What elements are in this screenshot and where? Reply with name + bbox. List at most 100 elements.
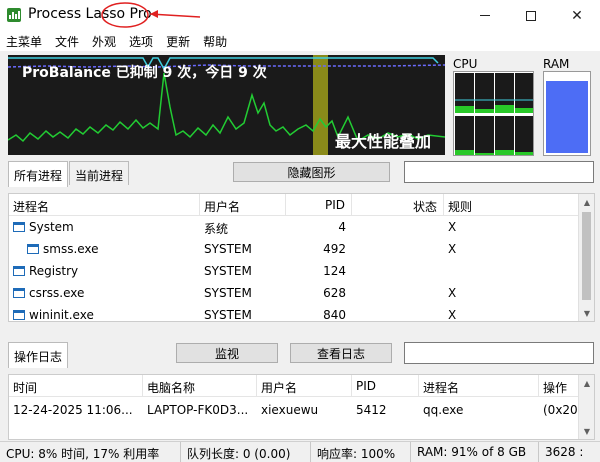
cpu-meter-label: CPU	[453, 57, 478, 71]
rules-cell	[444, 260, 579, 282]
view-log-button[interactable]: 查看日志	[290, 343, 392, 363]
app-logo-icon	[7, 8, 21, 22]
tab-action-log[interactable]: 操作日志	[8, 342, 68, 368]
probalance-restraint-marker	[313, 55, 328, 155]
rules-cell: X	[448, 220, 457, 234]
cpu-core-cell	[495, 116, 514, 156]
rules-cell: X	[448, 242, 457, 256]
col-log-pid[interactable]: PID	[352, 375, 419, 397]
col-log-process[interactable]: 进程名	[419, 375, 539, 397]
menu-help[interactable]: 帮助	[203, 33, 227, 50]
process-name-label: smss.exe	[43, 242, 99, 256]
cpu-core-cell	[475, 116, 494, 156]
menu-appearance[interactable]: 外观	[92, 33, 116, 50]
menu-options[interactable]: 选项	[129, 33, 153, 50]
ram-usage-frame	[543, 71, 591, 156]
rules-cell: X	[448, 286, 457, 300]
col-action[interactable]: 操作	[539, 375, 579, 397]
process-name-label: wininit.exe	[29, 308, 94, 322]
col-rules[interactable]: 规则	[444, 194, 579, 216]
col-computer-name[interactable]: 电脑名称	[143, 375, 257, 397]
table-row[interactable]: System 系统 4 X	[9, 216, 579, 238]
title-bar: Process Lasso Pro ✕	[0, 0, 600, 31]
log-search-input[interactable]	[404, 342, 594, 364]
log-scroll-down-icon[interactable]: ▼	[579, 423, 594, 439]
user-name-cell: SYSTEM	[204, 308, 252, 322]
col-user-name[interactable]: 用户名	[200, 194, 286, 216]
table-row[interactable]: wininit.exe SYSTEM 840 X	[9, 304, 579, 322]
process-tab-bar: 所有进程 当前进程 隐藏图形	[8, 161, 594, 187]
cpu-core-bars	[455, 73, 534, 156]
tab-all-processes[interactable]: 所有进程	[8, 161, 68, 187]
pid-cell: 124	[323, 264, 346, 278]
maximize-button[interactable]	[508, 0, 554, 31]
cpu-core-cell	[515, 73, 534, 113]
process-name-cell: wininit.exe	[9, 304, 200, 322]
cpu-core-cell	[515, 116, 534, 156]
menu-main[interactable]: 主菜单	[6, 33, 42, 50]
log-scroll-up-icon[interactable]: ▲	[579, 375, 594, 391]
menu-bar: 主菜单 文件 外观 选项 更新 帮助	[0, 31, 600, 51]
scroll-down-icon[interactable]: ▼	[579, 305, 594, 321]
log-user: xiexuewu	[261, 403, 319, 417]
hide-graph-button[interactable]: 隐藏图形	[233, 162, 390, 182]
cpu-core-bar	[515, 108, 534, 113]
close-icon: ✕	[571, 7, 583, 24]
process-window-icon	[27, 244, 39, 254]
ram-meter-label: RAM	[543, 57, 570, 71]
col-status[interactable]: 状态	[352, 194, 444, 216]
minimize-button[interactable]	[462, 0, 508, 31]
status-cell	[352, 260, 444, 282]
log-tab-bar: 操作日志 监视 查看日志	[8, 342, 594, 368]
pid-cell: 4	[338, 220, 346, 234]
cpu-core-cell	[475, 73, 494, 113]
table-row[interactable]: csrss.exe SYSTEM 628 X	[9, 282, 579, 304]
col-time[interactable]: 时间	[9, 375, 143, 397]
menu-file[interactable]: 文件	[55, 33, 79, 50]
status-cell	[352, 238, 444, 260]
minimize-icon	[480, 15, 490, 16]
cpu-core-bar	[515, 152, 534, 156]
log-table-scrollbar[interactable]: ▲ ▼	[578, 375, 594, 439]
log-process: qq.exe	[423, 403, 464, 417]
performance-graph: ProBalance 已抑制 9 次，今日 9 次 最大性能叠加	[8, 55, 445, 155]
col-log-user[interactable]: 用户名	[257, 375, 352, 397]
ram-usage-fill	[546, 81, 588, 153]
cpu-core-bar	[475, 153, 494, 156]
status-queue-length: 队列长度: 0 (0.00)	[181, 442, 311, 462]
process-window-icon	[13, 222, 25, 232]
cpu-core-bar	[455, 106, 474, 113]
scroll-up-icon[interactable]: ▲	[579, 194, 594, 210]
cpu-core-cell	[455, 116, 474, 156]
col-pid[interactable]: PID	[286, 194, 352, 216]
pid-cell: 492	[323, 242, 346, 256]
pid-cell: 628	[323, 286, 346, 300]
menu-update[interactable]: 更新	[166, 33, 190, 50]
status-extra: 3628 :	[545, 445, 584, 459]
scrollbar-thumb[interactable]	[582, 212, 591, 300]
log-pid: 5412	[356, 403, 387, 417]
cpu-core-grid	[453, 71, 534, 156]
performance-boost-label: 最大性能叠加	[335, 132, 432, 151]
process-table: 进程名 用户名 PID 状态 规则 System 系统 4 Xsmss.exe SYST…	[8, 193, 595, 322]
process-search-input[interactable]	[404, 161, 594, 183]
process-name-label: System	[29, 220, 74, 234]
close-button[interactable]: ✕	[554, 0, 600, 31]
probalance-status-text: ProBalance 已抑制 9 次，今日 9 次	[22, 65, 267, 81]
user-name-cell: SYSTEM	[204, 242, 252, 256]
col-process-name[interactable]: 进程名	[9, 194, 200, 216]
table-row[interactable]: smss.exe SYSTEM 492 X	[9, 238, 579, 260]
maximize-icon	[526, 10, 536, 21]
log-row[interactable]: 12-24-2025 11:06... LAPTOP-FK0D3... xiex…	[9, 399, 579, 425]
status-cell	[352, 282, 444, 304]
monitor-button[interactable]: 监视	[176, 343, 278, 363]
process-table-scrollbar[interactable]: ▲ ▼	[578, 194, 594, 321]
tab-active-processes[interactable]: 当前进程	[69, 161, 129, 185]
rules-cell: X	[448, 308, 457, 322]
ram-meter: RAM	[541, 57, 593, 156]
process-name-label: Registry	[29, 264, 79, 278]
cpu-meter: CPU	[451, 57, 534, 156]
status-ram: RAM: 91% of 8 GB	[411, 442, 539, 462]
log-time: 12-24-2025 11:06...	[13, 403, 133, 417]
table-row[interactable]: Registry SYSTEM 124	[9, 260, 579, 282]
